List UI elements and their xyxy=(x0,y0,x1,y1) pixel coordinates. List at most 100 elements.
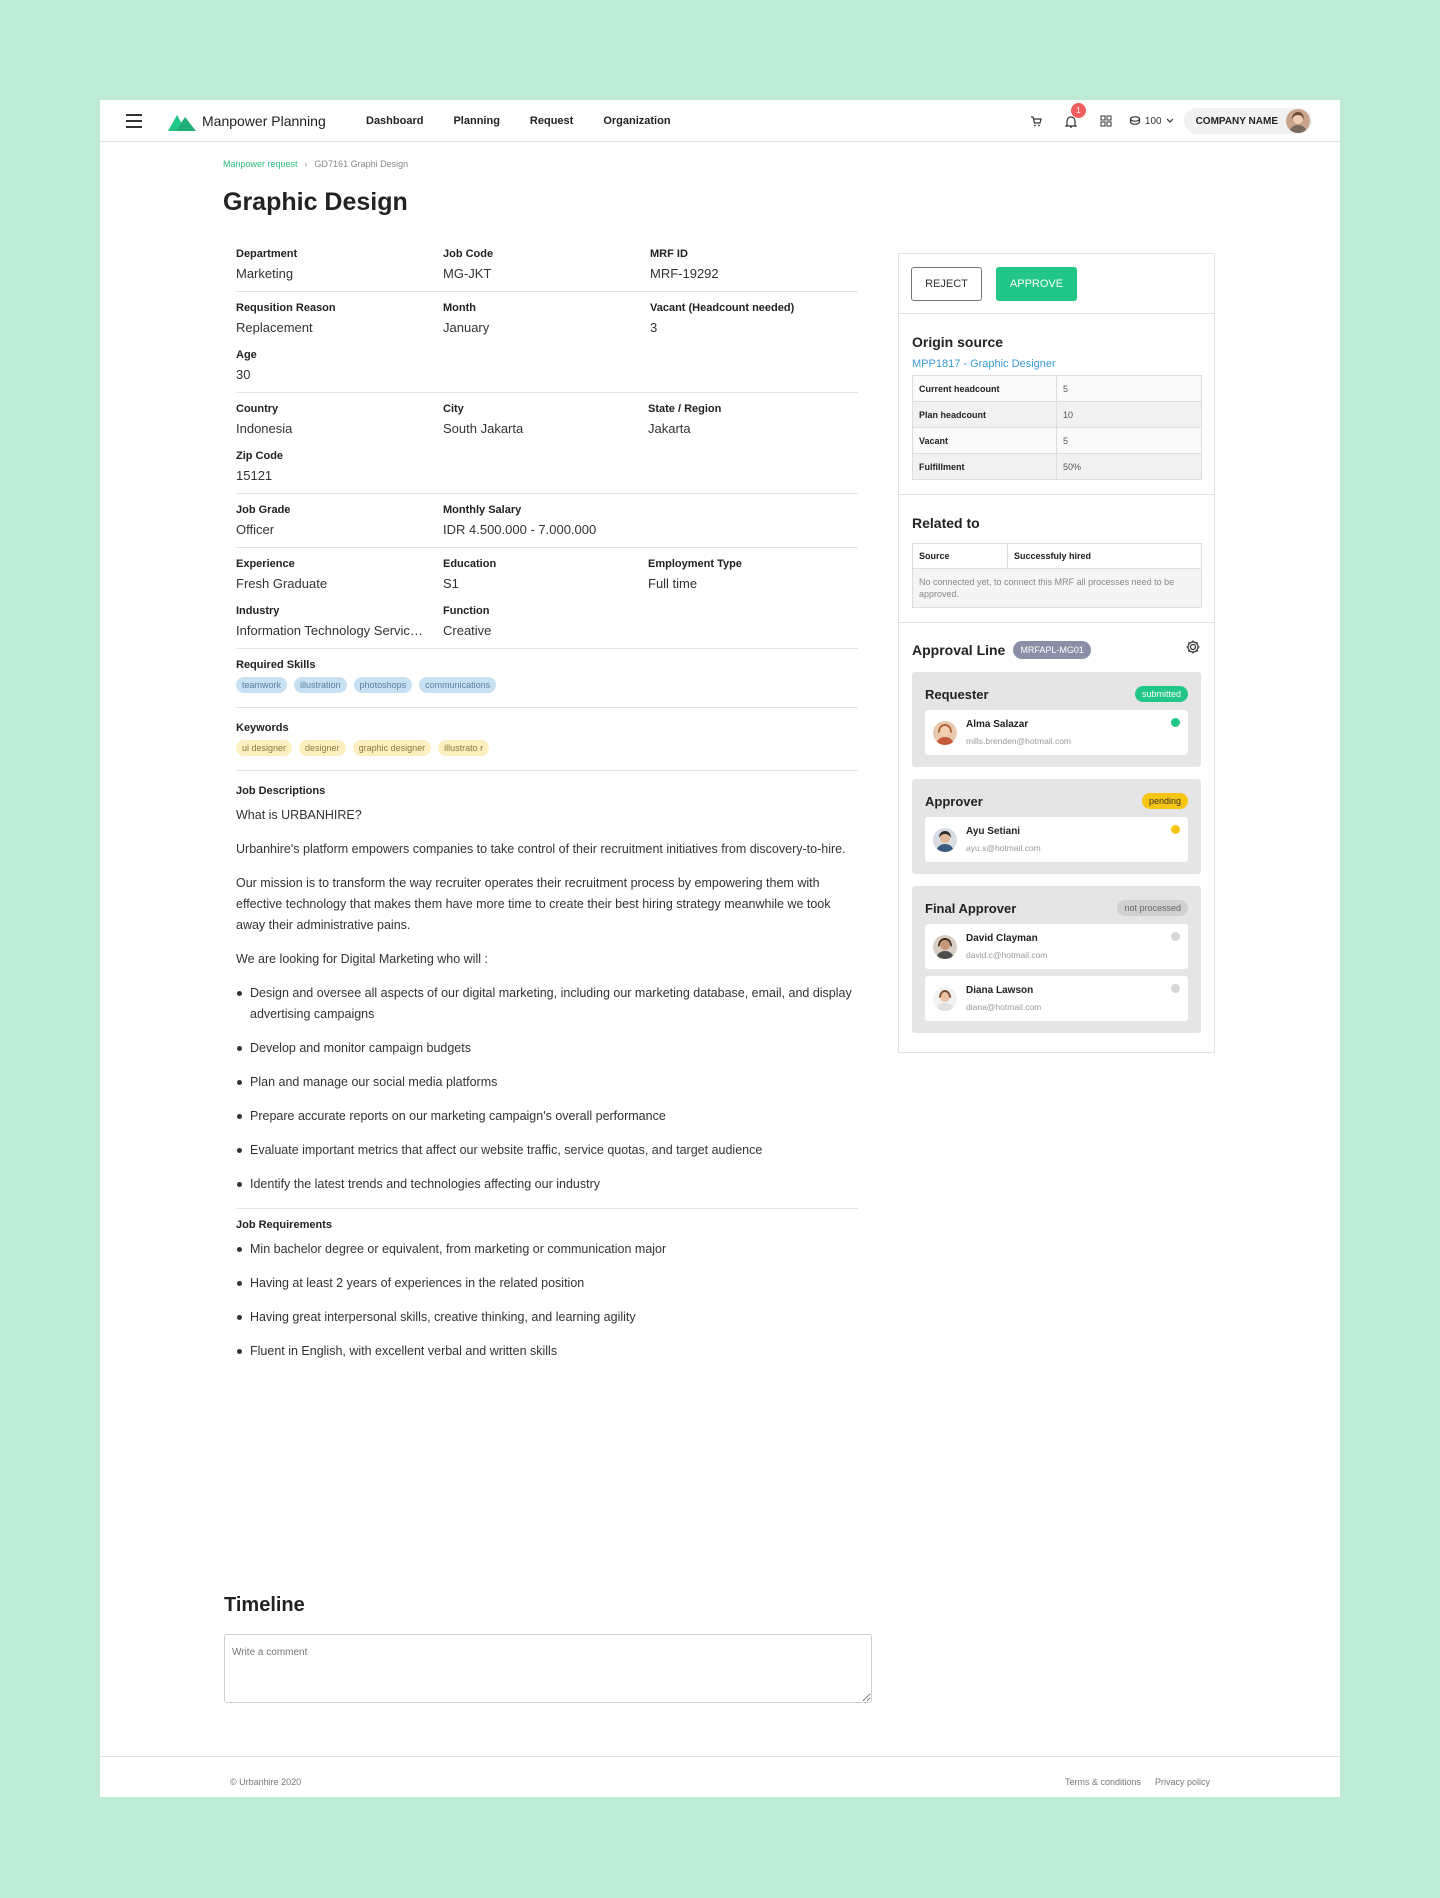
section-requisition: Requsition Reason Replacement Month Januar… xyxy=(236,302,858,393)
approver-card[interactable]: David Clayman david.c@hotmail.com xyxy=(925,924,1188,969)
apps-grid-icon[interactable] xyxy=(1097,112,1115,130)
avatar[interactable] xyxy=(1286,109,1310,133)
reason-label: Requsition Reason xyxy=(236,302,336,314)
action-buttons: REJECT APPROVE xyxy=(899,254,1214,314)
section-keywords: Keywords ui designer designer graphic de… xyxy=(236,722,858,771)
nav-organization[interactable]: Organization xyxy=(603,115,670,127)
origin-value: 10 xyxy=(1056,401,1202,428)
keyword-tag: designer xyxy=(299,740,346,756)
origin-table: Current headcount 5 Plan headcount 10 Vaca… xyxy=(912,375,1202,480)
top-navbar: Manpower Planning Dashboard Planning Req… xyxy=(100,100,1340,142)
industry-label: Industry xyxy=(236,605,280,617)
origin-label: Fulfillment xyxy=(912,453,1057,480)
hamburger-menu-icon[interactable] xyxy=(126,114,142,128)
nav-planning[interactable]: Planning xyxy=(453,115,499,127)
breadcrumb-parent[interactable]: Manpower request xyxy=(223,159,298,169)
approve-button[interactable]: APPROVE xyxy=(996,266,1077,301)
company-name: COMPANY NAME xyxy=(1195,115,1278,127)
jd-bullet: Plan and manage our social media platfor… xyxy=(236,1072,858,1093)
status-dot xyxy=(1171,825,1180,834)
origin-label: Current headcount xyxy=(912,375,1057,402)
app-logo[interactable]: Manpower Planning xyxy=(168,111,326,131)
zip-label: Zip Code xyxy=(236,450,284,462)
comment-input[interactable] xyxy=(224,1634,872,1703)
mrf-id-value: MRF-19292 xyxy=(650,266,719,281)
credit-selector[interactable]: 100 xyxy=(1129,115,1174,127)
header-tools: 1 100 COMPANY NAME xyxy=(1010,100,1312,142)
industry-value: Information Technology Servic… xyxy=(236,623,423,638)
related-title: Related to xyxy=(912,515,980,531)
chevron-down-icon xyxy=(1166,118,1174,123)
origin-label: Plan headcount xyxy=(912,401,1057,428)
bell-icon[interactable]: 1 xyxy=(1062,103,1086,130)
app-frame: Manpower Planning Dashboard Planning Req… xyxy=(100,100,1340,1797)
approver-card[interactable]: Diana Lawson diana@hotmail.com xyxy=(925,976,1188,1021)
table-row: Vacant 5 xyxy=(912,427,1202,454)
breadcrumb-separator-icon: › xyxy=(304,159,308,169)
section-job-info: Department Marketing Job Code MG-JKT MRF I… xyxy=(236,248,858,292)
requirement-bullet: Having at least 2 years of experiences i… xyxy=(236,1273,858,1294)
table-row: Plan headcount 10 xyxy=(912,401,1202,428)
experience-label: Experience xyxy=(236,558,295,570)
credit-count: 100 xyxy=(1144,115,1162,127)
status-badge: not processed xyxy=(1117,900,1188,916)
page-title: Graphic Design xyxy=(223,188,408,216)
group-title: Approver xyxy=(925,793,983,809)
status-badge: submitted xyxy=(1134,686,1188,702)
job-code-label: Job Code xyxy=(443,248,494,260)
reject-button[interactable]: REJECT xyxy=(911,266,982,301)
origin-source-link[interactable]: MPP1817 - Graphic Designer xyxy=(912,358,1201,370)
company-switcher[interactable]: COMPANY NAME xyxy=(1183,108,1312,134)
function-value: Creative xyxy=(443,623,492,638)
approver-card[interactable]: Alma Salazar mills.brenden@hotmail.com xyxy=(925,710,1188,755)
cart-icon[interactable] xyxy=(1027,112,1045,130)
skill-tag: communications xyxy=(419,677,497,693)
jd-bullet: Identify the latest trends and technolog… xyxy=(236,1174,858,1195)
jd-bullet: Design and oversee all aspects of our di… xyxy=(236,983,858,1025)
gear-icon[interactable] xyxy=(1185,639,1201,660)
requirement-bullet: Fluent in English, with excellent verbal… xyxy=(236,1341,858,1362)
approval-side-panel: REJECT APPROVE Origin source MPP1817 - G… xyxy=(898,253,1215,1053)
employment-value: Full time xyxy=(648,576,698,591)
approver-card[interactable]: Ayu Setiani ayu.s@hotmail.com xyxy=(925,817,1188,862)
origin-label: Vacant xyxy=(912,427,1057,454)
status-dot xyxy=(1171,718,1180,727)
related-section: Related to Source Successfuly hired No co… xyxy=(899,495,1214,623)
terms-link[interactable]: Terms & conditions xyxy=(1065,1777,1141,1787)
mrf-id-label: MRF ID xyxy=(650,248,688,260)
footer-links: Terms & conditions Privacy policy xyxy=(1065,1777,1210,1787)
person-name: Alma Salazar xyxy=(966,719,1029,730)
status-dot xyxy=(1171,984,1180,993)
origin-value: 50% xyxy=(1056,453,1202,480)
privacy-link[interactable]: Privacy policy xyxy=(1155,1777,1210,1787)
group-title: Final Approver xyxy=(925,900,1017,916)
department-label: Department xyxy=(236,248,298,260)
nav-request[interactable]: Request xyxy=(530,115,573,127)
person-name: Ayu Setiani xyxy=(966,826,1021,837)
salary-label: Monthly Salary xyxy=(443,504,522,516)
person-email: diana@hotmail.com xyxy=(966,1002,1042,1012)
skill-tag: illustration xyxy=(294,677,347,693)
origin-source-section: Origin source MPP1817 - Graphic Designer… xyxy=(899,314,1214,495)
country-value: Indonesia xyxy=(236,421,293,436)
copyright-text: © Urbanhire 2020 xyxy=(230,1777,302,1787)
requirements-list: Min bachelor degree or equivalent, from … xyxy=(236,1239,858,1362)
person-email: david.c@hotmail.com xyxy=(966,950,1048,960)
origin-source-title: Origin source xyxy=(912,334,1004,350)
keyword-tag: ui designer xyxy=(236,740,293,756)
nav-dashboard[interactable]: Dashboard xyxy=(366,115,423,127)
section-qualification: Experience Fresh Graduate Education S1 Emp… xyxy=(236,558,858,649)
breadcrumb: Manpower request › GD7161 Graphi Design xyxy=(223,159,408,169)
skills-label: Required Skills xyxy=(236,659,316,671)
jd-bullet-list: Design and oversee all aspects of our di… xyxy=(236,983,858,1195)
section-compensation: Job Grade Officer Monthly Salary IDR 4.500… xyxy=(236,504,858,548)
skills-tags: teamwork illustration photoshops communi… xyxy=(236,677,858,693)
job-descriptions-label: Job Descriptions xyxy=(236,785,326,797)
department-value: Marketing xyxy=(236,266,294,281)
origin-value: 5 xyxy=(1056,375,1202,402)
section-job-descriptions: Job Descriptions What is URBANHIRE? Urba… xyxy=(236,785,858,1209)
related-col-source: Source xyxy=(911,543,1009,569)
app-name: Manpower Planning xyxy=(202,113,326,129)
notification-badge: 1 xyxy=(1070,103,1086,118)
vacant-label: Vacant (Headcount needed) xyxy=(650,302,795,314)
